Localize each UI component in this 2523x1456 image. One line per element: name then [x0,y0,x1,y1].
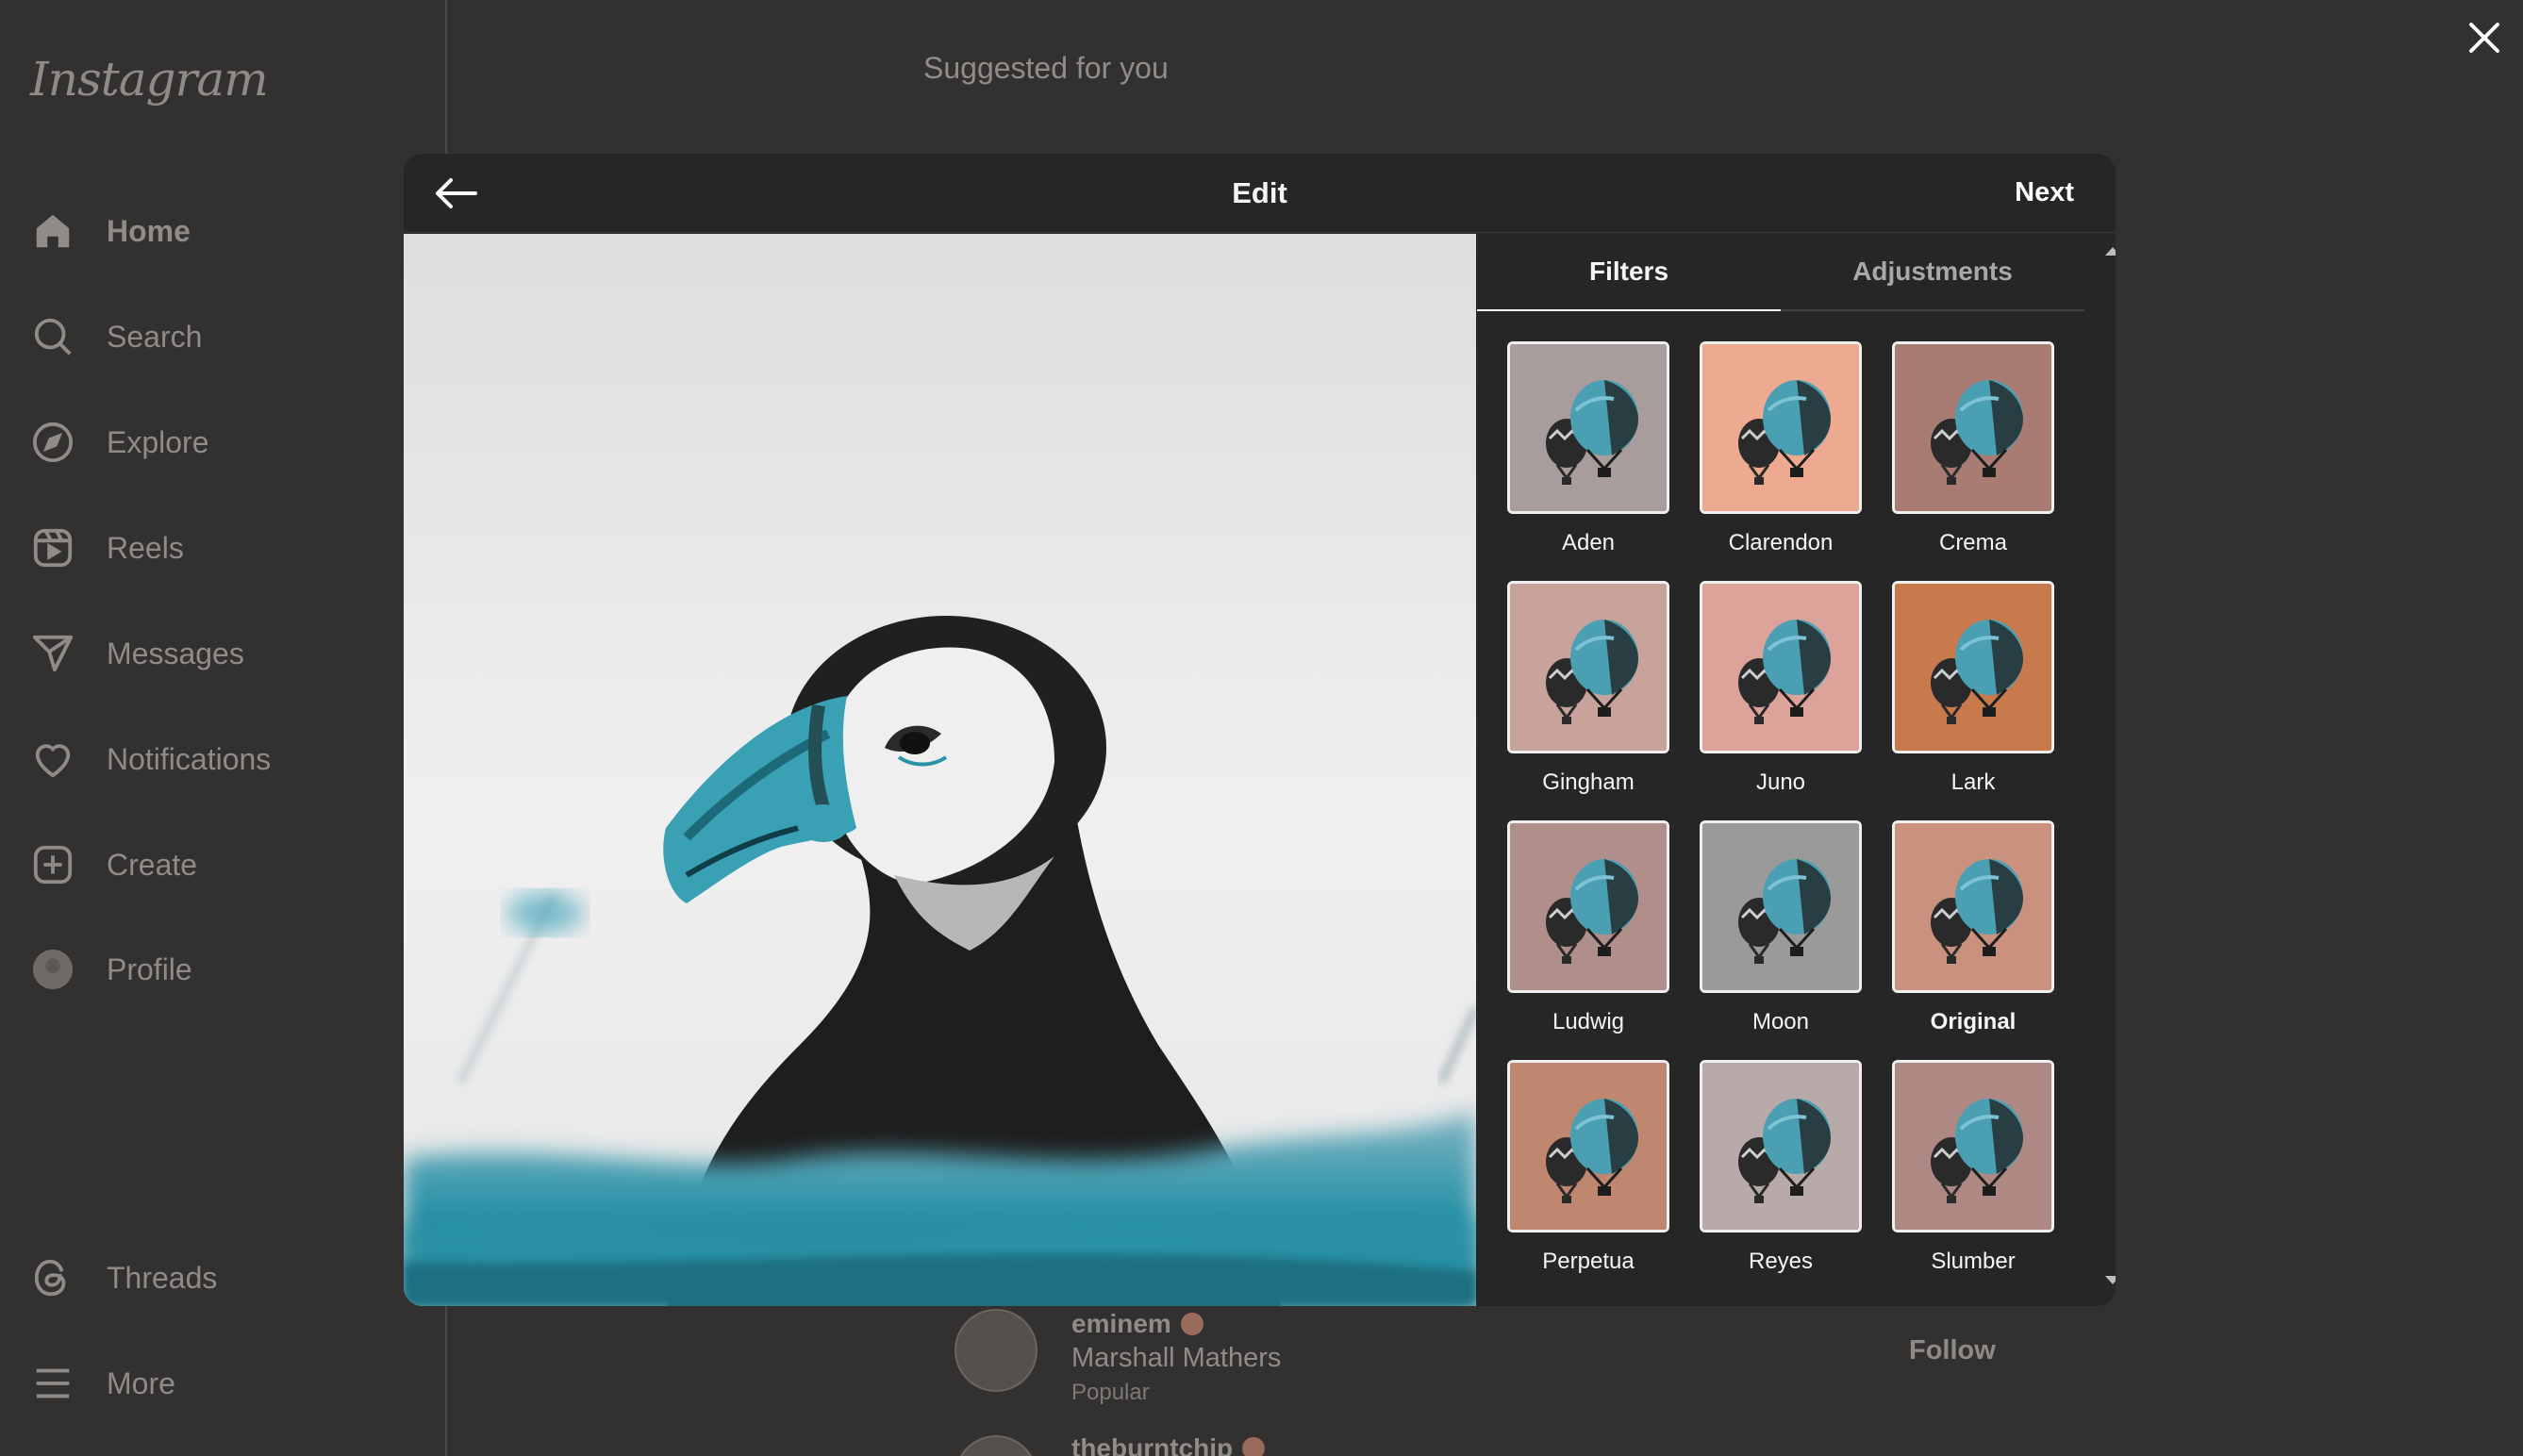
filter-option[interactable]: Crema [1892,341,2054,581]
search-icon [30,314,75,359]
suggested-title: Suggested for you [923,51,1169,85]
edit-dialog: Edit Next Filters Adjustments Aden Clare… [404,154,2116,1306]
next-button[interactable]: Next [2015,177,2074,208]
filter-label: Clarendon [1728,530,1834,555]
filter-label: Gingham [1542,769,1635,795]
close-icon[interactable] [2465,19,2503,57]
sidebar-item-profile[interactable]: Profile [30,941,192,998]
sidebar-item-home[interactable]: Home [30,203,191,259]
filter-option[interactable]: Aden [1507,341,1669,581]
verified-badge-icon [1242,1437,1266,1456]
filter-label: Reyes [1748,1249,1814,1274]
send-icon [30,631,75,676]
sidebar-item-label: Search [107,319,203,354]
filter-label: Crema [1938,530,2007,555]
sidebar-item-label: Threads [107,1260,218,1295]
filter-thumbnail [1507,581,1669,753]
sidebar-item-label: More [107,1365,175,1400]
filter-thumbnail [1507,1060,1669,1233]
sidebar-item-notifications[interactable]: Notifications [30,731,271,787]
filter-option[interactable]: Gingham [1507,581,1669,820]
threads-icon [30,1255,75,1300]
compass-icon [30,420,75,465]
filter-option[interactable]: Perpetua [1507,1060,1669,1299]
tab-filters[interactable]: Filters [1477,234,1781,311]
filter-option[interactable]: Original [1892,820,2054,1060]
filter-option[interactable]: Slumber [1892,1060,2054,1299]
filter-thumbnail [1507,341,1669,514]
filter-option[interactable]: Reyes [1700,1060,1862,1299]
sidebar-item-threads[interactable]: Threads [30,1249,217,1306]
avatar[interactable] [954,1435,1037,1456]
filter-option[interactable]: Lark [1892,581,2054,820]
suggested-username[interactable]: theburntchip [1071,1433,1266,1456]
dialog-header: Edit Next [404,154,2116,233]
filter-label: Slumber [1931,1249,2016,1274]
heart-icon [30,736,75,782]
tab-bar: Filters Adjustments [1477,234,2084,311]
filter-option[interactable]: Moon [1700,820,1862,1060]
follow-button[interactable]: Follow [1909,1335,1996,1366]
sidebar-item-create[interactable]: Create [30,836,197,893]
filter-label: Moon [1751,1009,1810,1034]
suggested-user-info: eminem Marshall Mathers Popular [1071,1309,1281,1406]
photo-preview [404,234,1476,1306]
filter-option[interactable]: Clarendon [1700,341,1862,581]
username-text[interactable]: eminem [1071,1309,1171,1339]
sidebar-item-explore[interactable]: Explore [30,414,209,471]
sidebar-item-more[interactable]: More [30,1355,175,1412]
filter-panel: Filters Adjustments Aden Clarendon Crema Gi… [1477,234,2116,1306]
suggested-username[interactable]: eminem [1071,1309,1281,1339]
filter-label: Aden [1561,530,1616,555]
scroll-up-arrow-icon[interactable] [2105,247,2116,256]
filter-option[interactable]: Juno [1700,581,1862,820]
filter-thumbnail [1892,341,2054,514]
plus-square-icon [30,842,75,887]
suggested-user-row[interactable]: theburntchip [954,1433,1266,1456]
avatar [30,947,75,992]
filter-label: Original [1930,1009,2017,1034]
suggested-user-info: theburntchip [1071,1433,1266,1456]
filter-label: Ludwig [1552,1009,1625,1034]
suggested-user-row[interactable]: eminem Marshall Mathers Popular [954,1309,1281,1406]
sidebar-item-reels[interactable]: Reels [30,520,184,576]
filter-thumbnail [1892,820,2054,993]
filter-thumbnail [1892,581,2054,753]
filter-thumbnail [1507,820,1669,993]
filter-grid: Aden Clarendon Crema Gingham Juno Lark Ludwig M… [1507,341,2054,1299]
sidebar: Instagram Home Search Explore Reels Mess… [0,0,447,1456]
suggested-full-name: Marshall Mathers [1071,1343,1282,1373]
sidebar-item-label: Profile [107,951,192,986]
sidebar-item-search[interactable]: Search [30,308,202,365]
filter-label: Lark [1950,769,1996,795]
reels-icon [30,525,75,571]
filter-thumbnail [1700,341,1862,514]
sidebar-item-messages[interactable]: Messages [30,625,244,682]
tab-adjustments[interactable]: Adjustments [1781,234,2084,309]
dialog-title: Edit [1232,176,1287,209]
sidebar-item-label: Explore [107,424,209,459]
sidebar-item-label: Create [107,847,198,882]
scroll-down-arrow-icon[interactable] [2105,1276,2116,1284]
avatar[interactable] [954,1309,1037,1392]
sidebar-item-label: Notifications [107,741,272,776]
menu-icon [30,1361,75,1406]
sidebar-item-label: Reels [107,530,184,565]
filter-label: Juno [1755,769,1806,795]
sidebar-item-label: Messages [107,636,244,670]
sidebar-item-label: Home [107,213,191,248]
filter-thumbnail [1700,581,1862,753]
filter-thumbnail [1700,820,1862,993]
verified-badge-icon [1180,1313,1203,1335]
home-icon [30,208,75,254]
filter-thumbnail [1892,1060,2054,1233]
suggested-meta: Popular [1071,1380,1150,1405]
username-text[interactable]: theburntchip [1071,1433,1233,1456]
instagram-logo[interactable]: Instagram [30,52,269,107]
filter-label: Perpetua [1542,1249,1635,1274]
filter-thumbnail [1700,1060,1862,1233]
filter-option[interactable]: Ludwig [1507,820,1669,1060]
